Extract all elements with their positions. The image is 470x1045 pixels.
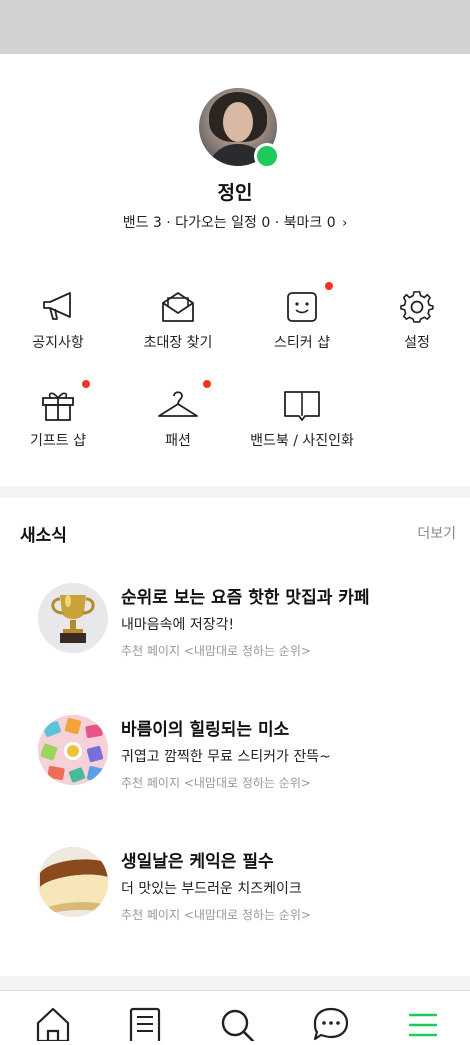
menu-label: 공지사항 [32, 335, 84, 351]
feed-icon [129, 1007, 161, 1045]
news-text: 순위로 보는 요즘 핫한 맛집과 카페 내마음속에 저장각! 추천 페이지 <내… [121, 583, 461, 659]
notification-dot [82, 380, 90, 388]
news-text: 바름이의 힐링되는 미소 귀엽고 깜찍한 무료 스티커가 잔뜩~ 추천 페이지 … [121, 715, 461, 791]
chevron-right-icon: › [342, 216, 348, 231]
profile-stats-text: 밴드 3 · 다가오는 일정 0 · 북마크 0 [122, 215, 336, 231]
news-item[interactable]: 생일날은 케익은 필수 더 맛있는 부드러운 치즈케이크 추천 페이지 <내맘대… [0, 847, 470, 937]
chat-icon [313, 1007, 349, 1041]
menu-icon [409, 1013, 437, 1037]
envelope-icon [162, 292, 194, 322]
menu-item-settings[interactable]: 설정 [357, 290, 470, 352]
profile-section: 정인 밴드 3 · 다가오는 일정 0 · 북마크 0 › [0, 54, 470, 286]
profile-stats-link[interactable]: 밴드 3 · 다가오는 일정 0 · 북마크 0 › [0, 212, 470, 232]
tab-search[interactable] [217, 1003, 257, 1043]
news-item[interactable]: 바름이의 힐링되는 미소 귀엽고 깜찍한 무료 스티커가 잔뜩~ 추천 페이지 … [0, 715, 470, 805]
profile-name: 정인 [217, 182, 253, 204]
hanger-icon [158, 391, 198, 417]
news-item-source: 추천 페이지 <내맘대로 정하는 순위> [121, 776, 311, 790]
section-divider [0, 976, 470, 990]
menu-item-fashion[interactable]: 패션 [118, 388, 238, 450]
stickers-thumbnail [38, 715, 108, 785]
trophy-thumbnail [38, 583, 108, 653]
news-item-source: 추천 페이지 <내맘대로 정하는 순위> [121, 908, 311, 922]
news-section-title: 새소식 [20, 526, 67, 546]
home-icon [36, 1007, 70, 1043]
search-icon [221, 1009, 255, 1043]
book-icon [284, 391, 320, 421]
cheesecake-thumbnail [38, 847, 108, 917]
menu-label: 밴드북 / 사진인화 [250, 433, 354, 449]
news-more-link[interactable]: 더보기 [417, 523, 456, 543]
news-text: 생일날은 케익은 필수 더 맛있는 부드러운 치즈케이크 추천 페이지 <내맘대… [121, 847, 461, 923]
status-bar [0, 0, 470, 54]
menu-grid: 공지사항 초대장 찾기 스티커 샵 설정 기프트 샵 패션 밴드북 / 사진인화 [0, 282, 470, 486]
menu-item-invitation[interactable]: 초대장 찾기 [118, 290, 238, 352]
news-item-title: 생일날은 케익은 필수 [121, 852, 274, 872]
bottom-tab-bar [0, 990, 470, 1045]
section-divider [0, 486, 470, 498]
news-item-source: 추천 페이지 <내맘대로 정하는 순위> [121, 644, 311, 658]
menu-label: 패션 [165, 433, 191, 449]
tab-home[interactable] [33, 1003, 73, 1043]
menu-label: 기프트 샵 [30, 433, 86, 449]
gear-icon [400, 291, 434, 323]
menu-item-sticker-shop[interactable]: 스티커 샵 [242, 290, 362, 352]
menu-item-bandbook[interactable]: 밴드북 / 사진인화 [242, 388, 362, 450]
news-item-title: 순위로 보는 요즘 핫한 맛집과 카페 [121, 588, 370, 608]
news-item-desc: 귀엽고 깜찍한 무료 스티커가 잔뜩~ [121, 749, 331, 765]
gift-icon [42, 392, 74, 421]
tab-feed[interactable] [125, 1003, 165, 1045]
avatar[interactable] [199, 88, 280, 169]
online-status-dot [254, 143, 280, 169]
sticker-smile-icon [287, 292, 317, 322]
menu-item-notice[interactable]: 공지사항 [0, 290, 118, 352]
news-item-title: 바름이의 힐링되는 미소 [121, 720, 290, 740]
tab-menu[interactable] [403, 1003, 443, 1041]
notification-dot [325, 282, 333, 290]
notification-dot [203, 380, 211, 388]
menu-label: 초대장 찾기 [143, 335, 213, 351]
menu-label: 스티커 샵 [274, 335, 330, 351]
menu-label: 설정 [404, 335, 430, 351]
news-item[interactable]: 순위로 보는 요즘 핫한 맛집과 카페 내마음속에 저장각! 추천 페이지 <내… [0, 583, 470, 673]
tab-chat[interactable] [311, 1003, 351, 1041]
news-item-desc: 내마음속에 저장각! [121, 617, 235, 633]
megaphone-icon [43, 292, 71, 320]
news-item-desc: 더 맛있는 부드러운 치즈케이크 [121, 881, 302, 897]
menu-item-gift-shop[interactable]: 기프트 샵 [0, 388, 118, 450]
